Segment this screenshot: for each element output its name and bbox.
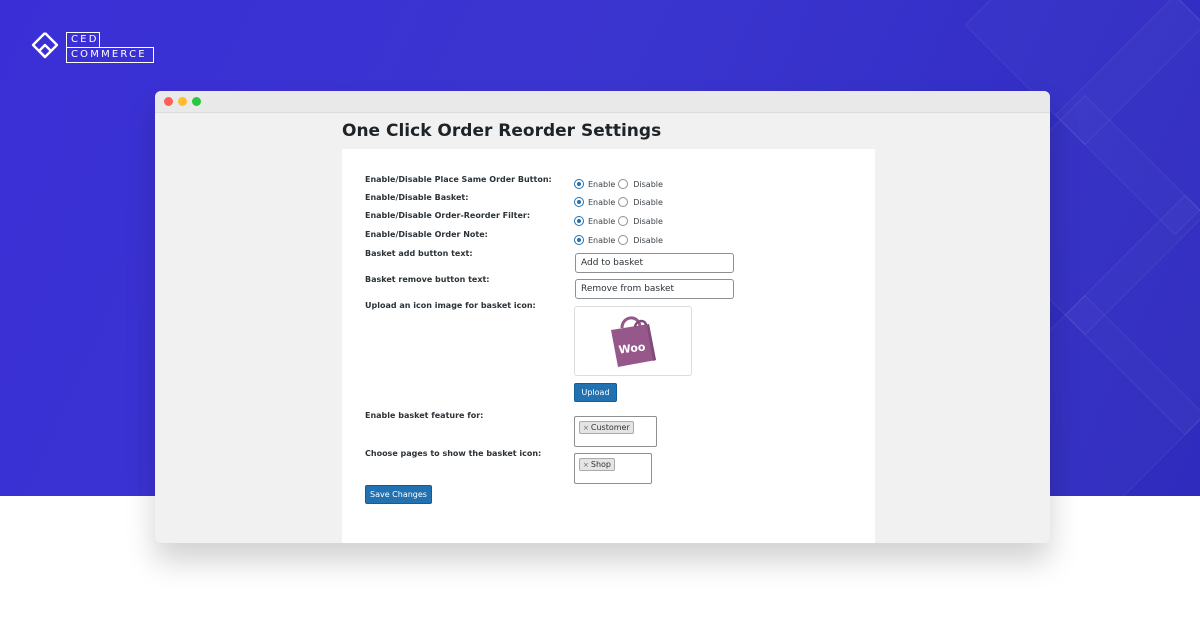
close-window-button[interactable]: [164, 97, 173, 106]
radio-label-enable: Enable: [588, 197, 616, 207]
place-same-order-label: Enable/Disable Place Same Order Button:: [365, 175, 552, 184]
radio-label-enable: Enable: [588, 235, 616, 245]
place-same-order-radio-group: Enable Disable: [574, 179, 666, 189]
radio-label-enable: Enable: [588, 179, 616, 189]
tag-label: Customer: [590, 423, 630, 432]
basket-pages-label: Choose pages to show the basket icon:: [365, 449, 542, 458]
order-note-label: Enable/Disable Order Note:: [365, 230, 488, 239]
page-title: One Click Order Reorder Settings: [342, 121, 662, 141]
basket-remove-text-label: Basket remove button text:: [365, 275, 490, 284]
basket-enable-radio[interactable]: [574, 197, 584, 207]
order-note-enable-radio[interactable]: [574, 235, 584, 245]
order-filter-radio-group: Enable Disable: [574, 216, 666, 226]
selected-tag-customer[interactable]: × Customer: [579, 421, 634, 434]
woo-bag-icon: Woo: [611, 316, 656, 367]
maximize-window-button[interactable]: [192, 97, 201, 106]
minimize-window-button[interactable]: [178, 97, 187, 106]
save-changes-button[interactable]: Save Changes: [365, 485, 432, 504]
order-note-disable-radio[interactable]: [618, 235, 629, 245]
basket-icon-label: Upload an icon image for basket icon:: [365, 301, 536, 310]
basket-remove-text-input[interactable]: Remove from basket: [575, 279, 734, 299]
basket-disable-radio[interactable]: [618, 197, 629, 207]
window-titlebar: [155, 91, 1050, 113]
tag-label: Shop: [590, 460, 611, 469]
logo-text-commerce: COMMERCE: [66, 46, 154, 63]
radio-label-disable: Disable: [633, 235, 663, 245]
remove-tag-icon[interactable]: ×: [583, 461, 589, 469]
settings-panel: Enable/Disable Place Same Order Button: …: [342, 149, 875, 543]
basket-add-text-label: Basket add button text:: [365, 249, 473, 258]
place-same-order-disable-radio[interactable]: [618, 179, 629, 189]
cedcommerce-logo-icon: [31, 32, 59, 59]
order-filter-label: Enable/Disable Order-Reorder Filter:: [365, 211, 531, 220]
radio-label-disable: Disable: [633, 216, 663, 226]
upload-button[interactable]: Upload: [574, 383, 617, 402]
cedcommerce-logo: CED COMMERCE: [30, 30, 154, 64]
basket-pages-select[interactable]: × Shop: [574, 453, 652, 484]
basket-add-text-input[interactable]: Add to basket: [575, 253, 734, 273]
order-filter-enable-radio[interactable]: [574, 216, 584, 226]
basket-feature-for-select[interactable]: × Customer: [574, 416, 657, 447]
basket-feature-for-label: Enable basket feature for:: [365, 411, 484, 420]
place-same-order-enable-radio[interactable]: [574, 179, 584, 189]
radio-label-disable: Disable: [633, 197, 663, 207]
order-note-radio-group: Enable Disable: [574, 235, 666, 245]
selected-tag-shop[interactable]: × Shop: [579, 458, 615, 471]
basket-toggle-label: Enable/Disable Basket:: [365, 193, 469, 202]
basket-icon-preview: Woo: [574, 306, 692, 376]
logo-text-ced: CED: [66, 31, 100, 47]
basket-toggle-radio-group: Enable Disable: [574, 197, 666, 207]
radio-label-disable: Disable: [633, 179, 663, 189]
browser-window: One Click Order Reorder Settings Enable/…: [155, 91, 1050, 543]
order-filter-disable-radio[interactable]: [618, 216, 629, 226]
radio-label-enable: Enable: [588, 216, 616, 226]
remove-tag-icon[interactable]: ×: [583, 424, 589, 432]
